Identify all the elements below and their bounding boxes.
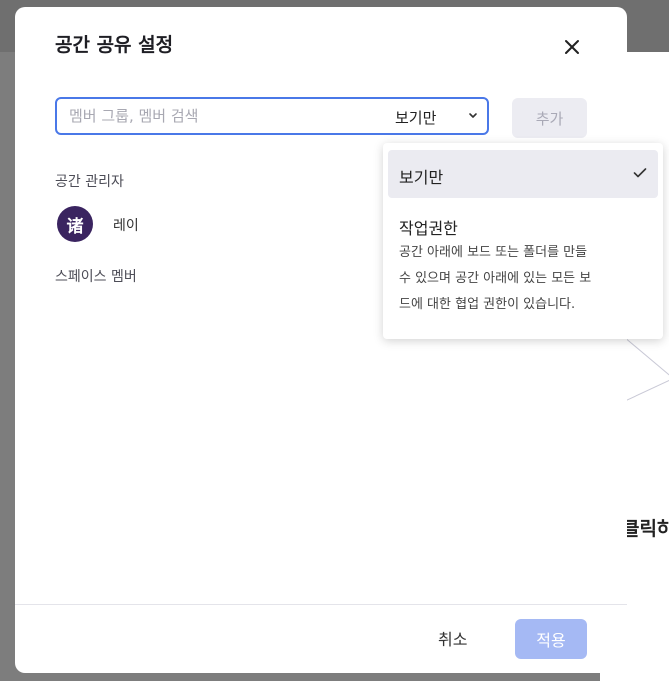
option-description: 공간 아래에 보드 또는 폴더를 만들 수 있으며 공간 아래에 있는 모든 보… [399, 240, 649, 318]
chevron-down-icon [469, 113, 477, 118]
close-button[interactable] [558, 33, 586, 61]
space-members-heading: 스페이스 멤버 [55, 269, 137, 285]
apply-button[interactable]: 적용 [515, 619, 587, 659]
permission-option-edit[interactable]: 작업권한 공간 아래에 보드 또는 폴더를 만들 수 있으며 공간 아래에 있는… [388, 207, 658, 327]
option-description-line: 수 있으며 공간 아래에 있는 모든 보 [399, 271, 592, 286]
add-button[interactable]: 추가 [512, 98, 587, 138]
background-partial-text: 클릭하 [622, 518, 669, 540]
option-description-line: 공간 아래에 보드 또는 폴더를 만들 [399, 245, 588, 260]
close-icon [565, 40, 579, 54]
footer-divider [15, 604, 627, 605]
cancel-button[interactable]: 취소 [438, 626, 467, 650]
option-label: 보기만 [399, 168, 444, 187]
permission-option-view-only[interactable]: 보기만 [388, 150, 658, 198]
member-search-input[interactable] [69, 99, 369, 133]
space-admins-heading: 공간 관리자 [55, 174, 124, 190]
permission-select-value: 보기만 [395, 109, 437, 127]
member-search-box: 보기만 [55, 97, 489, 135]
dialog-title: 공간 공유 설정 [55, 34, 174, 56]
space-share-settings-dialog: 공간 공유 설정 보기만 추가 공간 관리자 诸 레이 스페이스 멤버 취소 적… [15, 7, 627, 673]
option-label: 작업권한 [399, 219, 458, 238]
permission-dropdown-menu: 보기만 작업권한 공간 아래에 보드 또는 폴더를 만들 수 있으며 공간 아래… [383, 143, 663, 339]
option-description-line: 드에 대한 협업 권한이 있습니다. [399, 297, 576, 312]
avatar: 诸 [57, 206, 93, 242]
member-name: 레이 [113, 218, 139, 234]
permission-select[interactable]: 보기만 [392, 99, 487, 133]
check-icon [633, 168, 647, 178]
